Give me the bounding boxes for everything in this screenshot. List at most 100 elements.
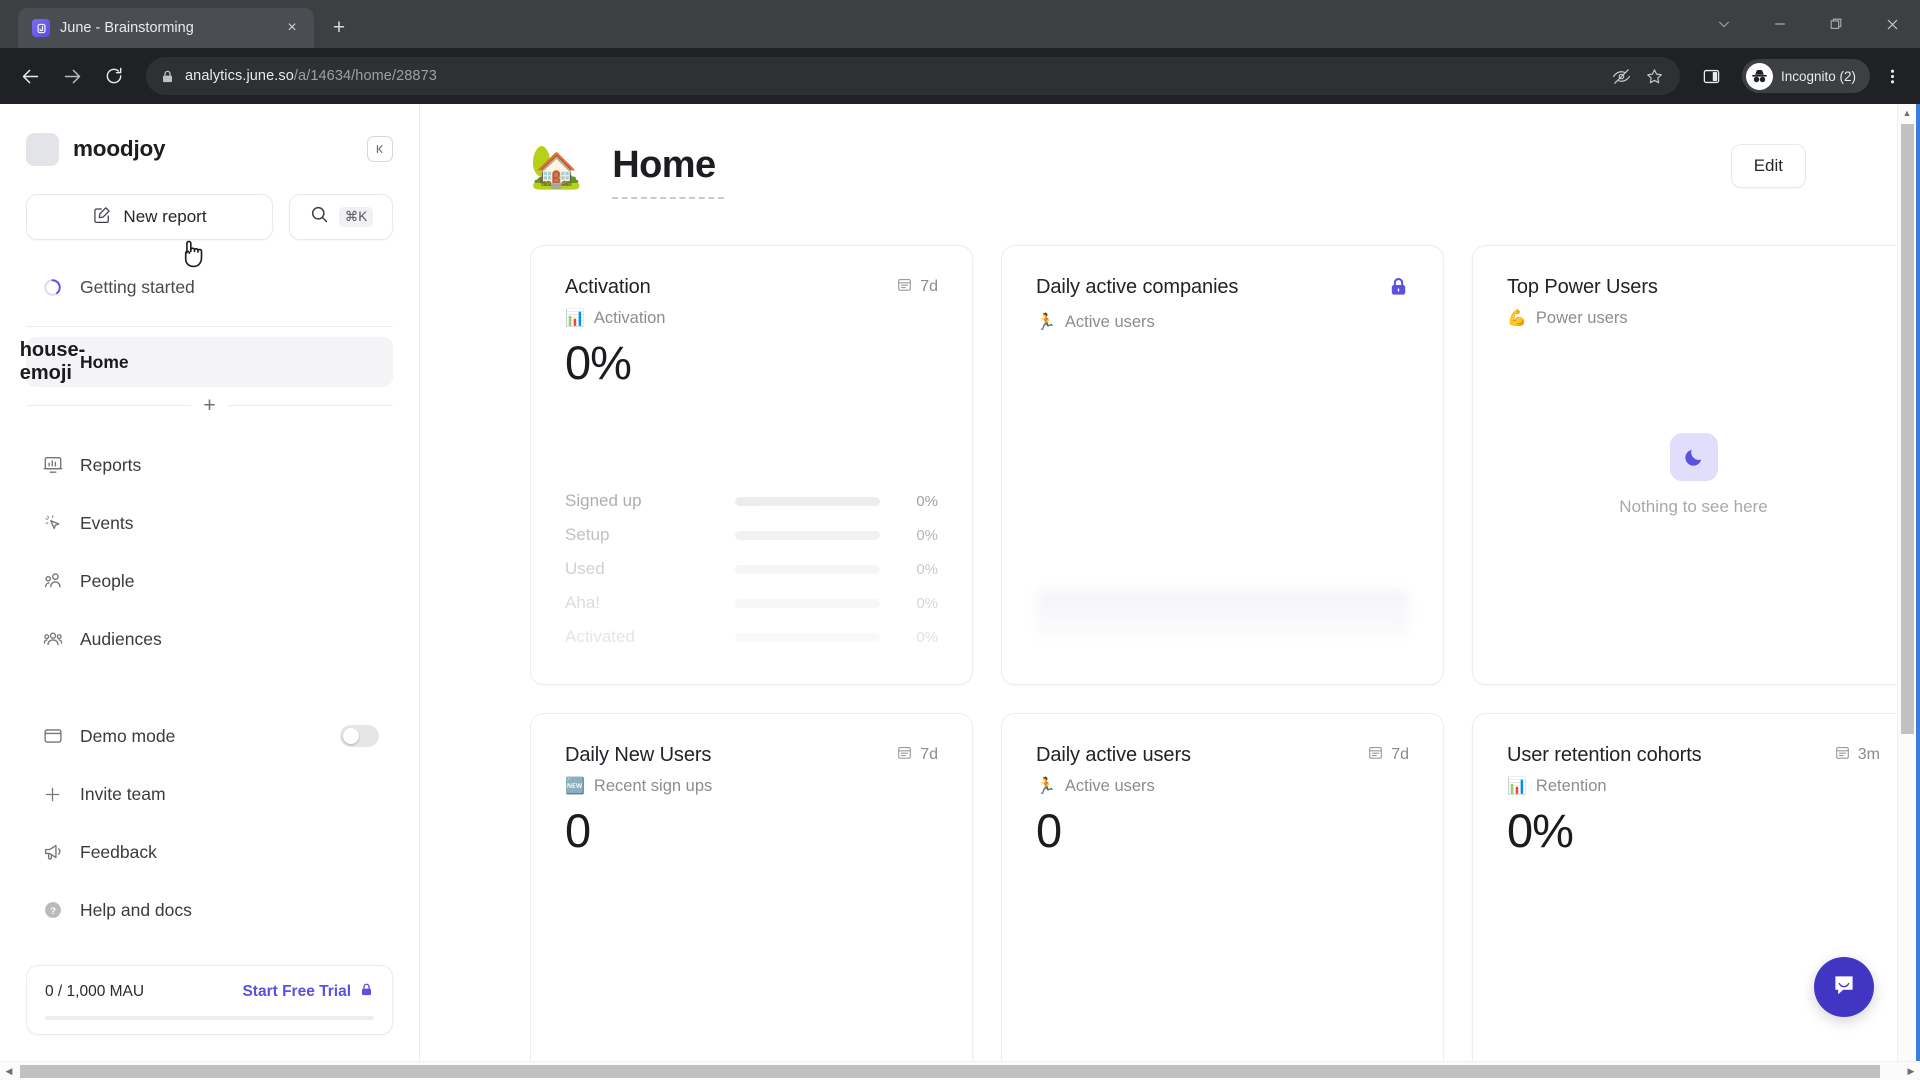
demo-mode-toggle[interactable] bbox=[340, 725, 379, 747]
sidebar-item-events[interactable]: Events bbox=[26, 498, 393, 548]
divider-line-right bbox=[227, 405, 394, 406]
sidebar-item-feedback[interactable]: Feedback bbox=[26, 827, 393, 877]
back-icon[interactable] bbox=[10, 56, 50, 96]
horizontal-scrollbar-thumb[interactable] bbox=[20, 1064, 1880, 1078]
edit-button[interactable]: Edit bbox=[1730, 144, 1806, 188]
eye-slash-icon[interactable] bbox=[1612, 67, 1631, 86]
moon-icon bbox=[1669, 433, 1718, 482]
window-icon bbox=[40, 725, 65, 747]
funnel-row: Aha! 0% bbox=[565, 586, 938, 620]
workspace-switcher[interactable]: moodjoy bbox=[26, 104, 393, 174]
start-free-trial-button[interactable]: Start Free Trial bbox=[242, 982, 374, 1002]
calendar-icon bbox=[1834, 744, 1851, 766]
minimize-window-icon[interactable] bbox=[1752, 0, 1808, 48]
kebab-menu-icon[interactable] bbox=[1874, 58, 1910, 94]
dashboard-grid: Activation 7d 📊 Activation 0% Signed up … bbox=[530, 245, 1916, 1061]
close-tab-icon[interactable]: × bbox=[280, 16, 304, 40]
sidebar-item-getting-started[interactable]: Getting started bbox=[26, 262, 393, 312]
start-free-trial-label: Start Free Trial bbox=[242, 983, 351, 1000]
search-icon bbox=[309, 204, 330, 230]
card-subtitle: 🆕 Recent sign ups bbox=[565, 776, 938, 796]
card-daily-new-users[interactable]: Daily New Users 7d 🆕 Recent sign ups 0 bbox=[530, 713, 973, 1061]
star-icon[interactable] bbox=[1645, 67, 1664, 86]
card-timeframe-badge[interactable]: 7d bbox=[896, 276, 938, 298]
vertical-scrollbar-thumb[interactable] bbox=[1901, 124, 1914, 734]
funnel-step-bar bbox=[735, 632, 880, 642]
june-app: moodjoy New report ⌘K Getting started ho… bbox=[0, 104, 1916, 1061]
card-timeframe-label: 7d bbox=[920, 278, 938, 295]
lock-icon bbox=[160, 69, 175, 84]
card-timeframe-badge[interactable]: 3m bbox=[1834, 744, 1880, 766]
card-title: Daily active users bbox=[1036, 744, 1191, 766]
card-subtitle-label: Retention bbox=[1535, 776, 1607, 795]
mau-row: 0 / 1,000 MAU Start Free Trial bbox=[45, 982, 374, 1002]
funnel-step-bar bbox=[735, 598, 880, 608]
search-shortcut-key: ⌘K bbox=[338, 207, 374, 227]
vertical-scrollbar[interactable]: ▲ bbox=[1897, 104, 1916, 1061]
profile-chip[interactable]: Incognito (2) bbox=[1741, 59, 1870, 93]
card-subtitle: 🏃 Active users bbox=[1036, 776, 1409, 796]
funnel-step-label: Signed up bbox=[565, 491, 642, 510]
new-report-button[interactable]: New report bbox=[26, 194, 273, 240]
intercom-chat-button[interactable] bbox=[1814, 957, 1874, 1017]
scroll-right-arrow[interactable]: ▶ bbox=[1902, 1066, 1920, 1077]
incognito-icon bbox=[1745, 62, 1773, 90]
add-section-divider: + bbox=[26, 395, 394, 416]
address-bar-url: analytics.june.so/a/14634/home/28873 bbox=[185, 68, 437, 84]
sidebar-item-audiences[interactable]: Audiences bbox=[26, 614, 393, 664]
close-window-icon[interactable] bbox=[1864, 0, 1920, 48]
address-bar-actions bbox=[1612, 67, 1666, 86]
card-timeframe-label: 7d bbox=[1391, 746, 1409, 763]
new-tab-button[interactable]: + bbox=[322, 11, 356, 45]
card-header: Top Power Users bbox=[1507, 276, 1880, 299]
mau-progress-bar bbox=[45, 1016, 374, 1020]
horizontal-scrollbar[interactable]: ◀ ▶ bbox=[0, 1061, 1920, 1080]
page-viewport: moodjoy New report ⌘K Getting started ho… bbox=[0, 104, 1920, 1061]
scroll-left-arrow[interactable]: ◀ bbox=[0, 1066, 18, 1077]
page-title: Home bbox=[612, 144, 716, 186]
muscle-emoji-icon: 💪 bbox=[1507, 310, 1527, 327]
reports-icon bbox=[40, 454, 65, 476]
new-emoji-icon: 🆕 bbox=[565, 778, 585, 795]
sidebar-item-home[interactable]: house-emoji Home bbox=[20, 337, 393, 387]
tab-search-icon[interactable] bbox=[1696, 0, 1752, 48]
card-daily-active-companies[interactable]: Daily active companies 🏃 Active users bbox=[1001, 245, 1444, 685]
collapse-sidebar-button[interactable] bbox=[367, 136, 393, 162]
new-report-label: New report bbox=[123, 207, 207, 226]
forward-icon[interactable] bbox=[52, 56, 92, 96]
card-daily-active-users[interactable]: Daily active users 7d 🏃 Active users 0 bbox=[1001, 713, 1444, 1061]
card-value: 0% bbox=[565, 336, 632, 389]
card-timeframe-badge[interactable]: 7d bbox=[1367, 744, 1409, 766]
card-header: Daily active users 7d bbox=[1036, 744, 1409, 767]
maximize-window-icon[interactable] bbox=[1808, 0, 1864, 48]
calendar-icon bbox=[896, 276, 913, 298]
question-circle-icon: ? bbox=[40, 899, 65, 921]
card-top-power-users[interactable]: Top Power Users 💪 Power users Nothing to… bbox=[1472, 245, 1915, 685]
card-timeframe-badge[interactable]: 7d bbox=[896, 744, 938, 766]
plus-icon bbox=[40, 784, 65, 805]
sidebar-item-people[interactable]: People bbox=[26, 556, 393, 606]
card-subtitle: 💪 Power users bbox=[1507, 308, 1880, 328]
side-panel-icon[interactable] bbox=[1692, 56, 1732, 96]
reload-icon[interactable] bbox=[94, 56, 134, 96]
card-activation[interactable]: Activation 7d 📊 Activation 0% Signed up … bbox=[530, 245, 973, 685]
funnel-step-value: 0% bbox=[916, 492, 938, 510]
sidebar-item-help-and-docs[interactable]: ? Help and docs bbox=[26, 885, 393, 935]
card-title: Activation bbox=[565, 276, 651, 298]
sidebar-item-label: Invite team bbox=[80, 783, 166, 804]
lock-icon bbox=[359, 982, 374, 1002]
sidebar-item-label: Getting started bbox=[80, 276, 195, 297]
sidebar-item-demo-mode[interactable]: Demo mode bbox=[26, 711, 393, 761]
search-button[interactable]: ⌘K bbox=[289, 194, 393, 240]
add-section-button[interactable]: + bbox=[191, 395, 227, 416]
browser-tab[interactable]: June - Brainstorming × bbox=[18, 8, 314, 48]
sidebar-actions: New report ⌘K bbox=[26, 194, 393, 240]
sidebar-item-reports[interactable]: Reports bbox=[26, 440, 393, 490]
funnel-step-label: Setup bbox=[565, 525, 610, 544]
card-timeframe-label: 7d bbox=[920, 746, 938, 763]
funnel-row: Setup 0% bbox=[565, 518, 938, 552]
card-title: Daily active companies bbox=[1036, 276, 1239, 298]
address-bar[interactable]: analytics.june.so/a/14634/home/28873 bbox=[146, 57, 1680, 95]
scroll-up-arrow[interactable]: ▲ bbox=[1898, 104, 1916, 122]
sidebar-item-invite-team[interactable]: Invite team bbox=[26, 769, 393, 819]
